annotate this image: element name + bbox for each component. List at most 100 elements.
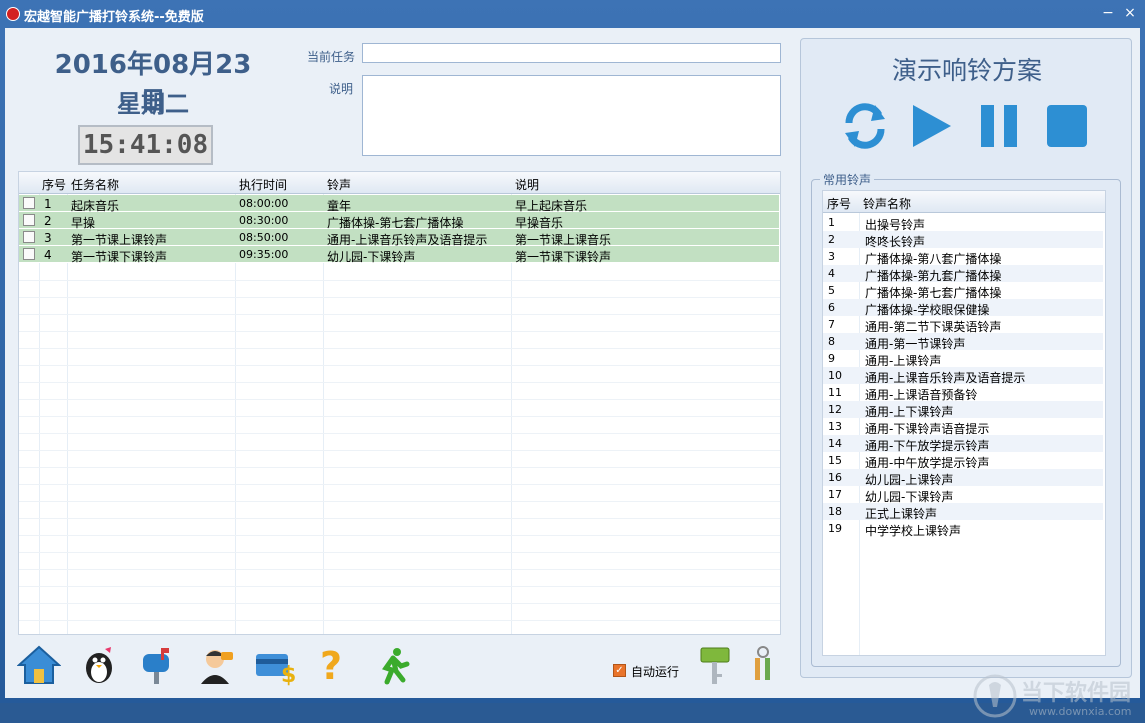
ring-no: 13 [828,420,842,433]
ring-list-item[interactable]: 6 广播体操-学校眼保健操 [823,299,1103,317]
col-header-name[interactable]: 任务名称 [71,176,119,193]
row-no: 1 [44,197,52,211]
ring-no: 7 [828,318,835,331]
app-bell-icon [6,7,20,21]
row-time: 08:30:00 [239,214,289,227]
ring-list-item[interactable]: 5 广播体操-第七套广播体操 [823,282,1103,300]
table-row[interactable]: 3 第一节课上课铃声 08:50:00 通用-上课音乐铃声及语音提示 第一节课上… [19,229,779,247]
ring-list-item[interactable]: 15 通用-中午放学提示铃声 [823,452,1103,470]
row-no: 3 [44,231,52,245]
row-time: 08:50:00 [239,231,289,244]
ring-list-item[interactable]: 1 出操号铃声 [823,214,1103,232]
ring-list-item[interactable]: 8 通用-第一节课铃声 [823,333,1103,351]
table-row[interactable]: 2 早操 08:30:00 广播体操-第七套广播体操 早操音乐 [19,212,779,230]
ring-list-item[interactable]: 7 通用-第二节下课英语铃声 [823,316,1103,334]
ring-table-header: 序号 铃声名称 [823,191,1105,213]
home-icon[interactable] [17,644,61,686]
ring-no: 16 [828,471,842,484]
row-checkbox[interactable] [23,248,35,260]
ring-no: 18 [828,505,842,518]
table-row[interactable]: 1 起床音乐 08:00:00 童年 早上起床音乐 [19,195,779,213]
auto-run-checkbox[interactable]: ✓ [613,664,626,677]
play-icon[interactable] [907,101,955,151]
ring-list-item[interactable]: 14 通用-下午放学提示铃声 [823,435,1103,453]
ring-no: 4 [828,267,835,280]
ring-no: 2 [828,233,835,246]
watermark-brand: 当下软件园 [1021,681,1132,706]
qq-penguin-icon[interactable] [77,644,121,686]
ring-list-item[interactable]: 17 幼儿园-下课铃声 [823,486,1103,504]
main-client-area: 2016年08月23日 星期二 15:41:08 当前任务 说明 序号 任务名称… [5,28,1140,718]
ring-list-item[interactable]: 12 通用-上下课铃声 [823,401,1103,419]
title-bar: 宏越智能广播打铃系统--免费版 − × [0,0,1145,28]
ring-col-name[interactable]: 铃声名称 [863,195,911,212]
demo-title: 演示响铃方案 [891,56,1042,85]
help-icon[interactable]: ? [311,644,355,686]
ring-list-item[interactable]: 9 通用-上课铃声 [823,350,1103,368]
refresh-icon[interactable] [841,101,889,151]
ring-no: 6 [828,301,835,314]
description-label: 说明 [329,82,354,96]
row-no: 4 [44,248,52,262]
stop-icon[interactable] [1043,101,1091,151]
ring-no: 17 [828,488,842,501]
mailbox-icon[interactable] [135,644,179,686]
ring-no: 5 [828,284,835,297]
ring-col-no[interactable]: 序号 [827,195,851,212]
svg-text:?: ? [320,644,342,686]
ring-no: 9 [828,352,835,365]
ring-list-item[interactable]: 16 幼儿园-上课铃声 [823,469,1103,487]
col-header-ring[interactable]: 铃声 [327,176,351,193]
app-window: 宏越智能广播打铃系统--免费版 − × 2016年08月23日 星期二 15:4… [0,0,1145,718]
ring-list-item[interactable]: 19 中学学校上课铃声 [823,520,1103,538]
ring-list-item[interactable]: 2 咚咚长铃声 [823,231,1103,249]
keys-icon[interactable] [743,644,787,686]
ring-no: 8 [828,335,835,348]
description-field[interactable] [362,75,781,156]
weekday-display: 星期二 [117,89,189,118]
register-key-icon[interactable] [695,644,739,686]
ring-list-item[interactable]: 18 正式上课铃声 [823,503,1103,521]
current-task-label: 当前任务 [307,50,356,64]
table-row[interactable]: 4 第一节课下课铃声 09:35:00 幼儿园-下课铃声 第一节课下课铃声 [19,246,779,264]
row-name: 第一节课下课铃声 [71,250,168,264]
ring-no: 14 [828,437,842,450]
col-header-time[interactable]: 执行时间 [239,176,287,193]
row-checkbox[interactable] [23,231,35,243]
row-no: 2 [44,214,52,228]
window-title: 宏越智能广播打铃系统--免费版 [24,10,204,25]
ring-no: 3 [828,250,835,263]
support-agent-icon[interactable] [195,644,239,686]
row-checkbox[interactable] [23,214,35,226]
svg-text:$: $ [281,663,296,686]
row-checkbox[interactable] [23,197,35,209]
pause-icon[interactable] [975,101,1023,151]
current-task-field[interactable] [362,43,781,63]
watermark-url: www.downxia.com [1029,705,1132,718]
payment-card-icon[interactable]: $ [253,644,297,686]
ring-no: 10 [828,369,842,382]
minimize-button[interactable]: − [1099,4,1117,22]
col-header-no[interactable]: 序号 [42,176,66,193]
col-header-desc[interactable]: 说明 [515,176,539,193]
demo-panel: 演示响铃方案 常用铃声 序号 铃声名称 1 出操号铃声 2 咚咚长铃声 3 广播… [800,38,1132,678]
ring-no: 11 [828,386,842,399]
ring-table: 序号 铃声名称 1 出操号铃声 2 咚咚长铃声 3 广播体操-第八套广播体操 4 广播体操-第… [822,190,1106,656]
ring-no: 15 [828,454,842,467]
exit-runner-icon[interactable] [371,644,415,686]
task-table: 序号 任务名称 执行时间 铃声 说明 1 起床音乐 08:00:00 童年 早上… [18,171,781,635]
ring-no: 1 [828,216,835,229]
ring-list-item[interactable]: 3 广播体操-第八套广播体操 [823,248,1103,266]
watermark-logo: 当下软件园 www.downxia.com [973,673,1145,723]
common-rings-legend: 常用铃声 [820,171,875,188]
ring-list-item[interactable]: 11 通用-上课语音预备铃 [823,384,1103,402]
ring-no: 19 [828,522,842,535]
ring-list-item[interactable]: 13 通用-下课铃声语音提示 [823,418,1103,436]
row-time: 08:00:00 [239,197,289,210]
ring-list-item[interactable]: 10 通用-上课音乐铃声及语音提示 [823,367,1103,385]
ring-list-item[interactable]: 4 广播体操-第九套广播体操 [823,265,1103,283]
time-display: 15:41:08 [78,125,213,165]
ring-name: 中学学校上课铃声 [865,524,962,538]
row-time: 09:35:00 [239,248,289,261]
close-button[interactable]: × [1121,4,1139,22]
